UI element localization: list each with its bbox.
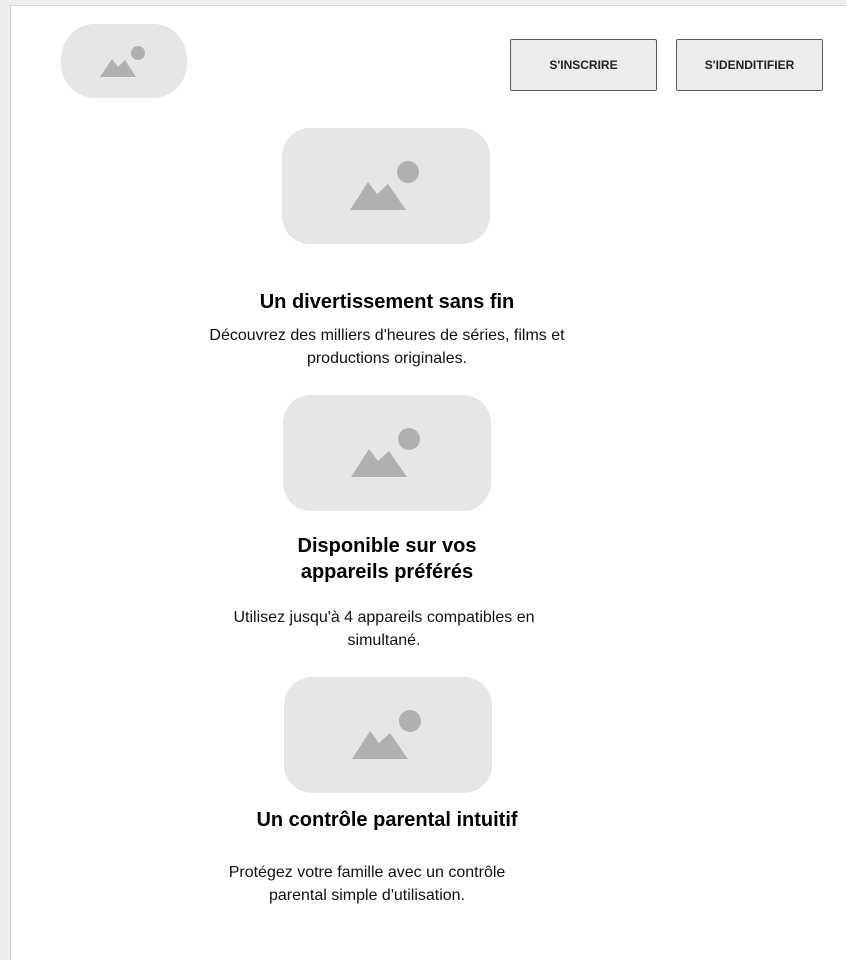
image-placeholder-icon xyxy=(352,710,421,759)
page-frame: S'INSCRIRE S'IDENDITIFIER Un divertissem… xyxy=(10,5,846,960)
image-placeholder-icon xyxy=(351,428,420,477)
image-placeholder-icon xyxy=(100,46,145,77)
logo[interactable] xyxy=(61,24,187,98)
feature-title: Un divertissement sans fin xyxy=(259,291,515,313)
feature-description: Découvrez des milliers d'heures de série… xyxy=(209,327,565,367)
login-button[interactable]: S'IDENDITIFIER xyxy=(676,39,823,91)
feature-description: Protégez votre famille avec un contrôle … xyxy=(228,864,506,904)
signup-button[interactable]: S'INSCRIRE xyxy=(510,39,657,91)
feature-title: Disponible sur vos appareils préférés xyxy=(297,535,477,583)
feature-image xyxy=(282,128,490,244)
image-placeholder-icon xyxy=(350,161,419,210)
feature-title: Un contrôle parental intuitif xyxy=(256,809,518,831)
feature-image xyxy=(284,677,492,793)
feature-image xyxy=(283,395,491,511)
feature-description: Utilisez jusqu'à 4 appareils compatibles… xyxy=(233,609,535,649)
